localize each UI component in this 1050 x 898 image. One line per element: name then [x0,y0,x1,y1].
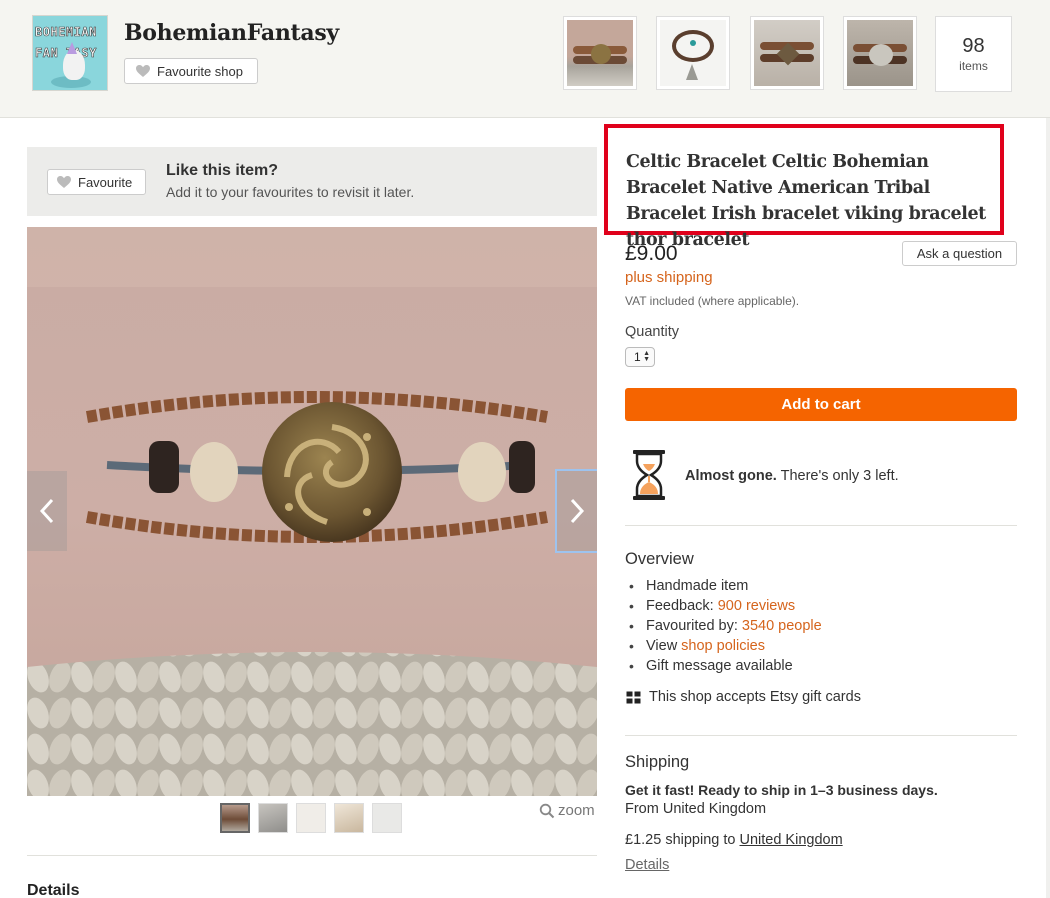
select-arrows-icon: ▲ ▼ [643,350,650,363]
chevron-right-icon [570,498,585,524]
overview-list: Handmade item Feedback:900 reviews Favou… [629,576,822,676]
listing-title-highlight: Celtic Bracelet Celtic Bohemian Bracelet… [604,124,1004,250]
shipping-speed: Get it fast! Ready to ship in 1–3 busine… [625,782,938,798]
like-subtitle: Add it to your favourites to revisit it … [166,184,415,200]
overview-heading: Overview [625,550,694,568]
unicorn-horn [67,42,77,54]
gallery-thumbnail[interactable] [258,803,288,833]
shipping-cost-prefix: £1.25 shipping to [625,832,740,848]
quantity-label: Quantity [625,324,679,340]
shop-item-thumb[interactable] [750,16,824,90]
bracelet-photo [660,20,726,86]
chevron-left-icon [39,498,54,524]
list-item: Viewshop policies [629,636,822,656]
divider [625,525,1017,526]
gift-message-text: Gift message available [646,658,793,674]
favourite-item-label: Favourite [78,174,133,190]
shop-logo[interactable]: BOHEMIAN FAN TASY [32,15,108,91]
favourite-shop-button[interactable]: Favourite shop [124,58,258,84]
favourite-item-button[interactable]: Favourite [47,169,146,195]
view-label: View [646,638,678,654]
unicorn-figure [63,50,85,80]
previous-image-button[interactable] [27,471,67,551]
divider [27,855,597,856]
shop-item-thumb[interactable] [843,16,917,90]
handmade-text: Handmade item [646,578,749,594]
items-label: items [959,59,988,73]
gift-cards-note: This shop accepts Etsy gift cards [626,689,861,705]
quantity-value: 1 [634,350,641,364]
listing-title: Celtic Bracelet Celtic Bohemian Bracelet… [626,152,986,250]
bracelet-photo [847,20,913,86]
quantity-select[interactable]: 1 ▲ ▼ [625,347,655,367]
add-to-cart-button[interactable]: Add to cart [625,388,1017,421]
shop-item-thumb[interactable] [563,16,637,90]
heart-icon [136,65,150,77]
gallery-thumbnail[interactable] [296,803,326,833]
heart-icon [57,176,71,188]
feedback-label: Feedback: [646,598,714,614]
shipping-details-link[interactable]: Details [625,857,669,873]
gift-cards-text: This shop accepts Etsy gift cards [649,689,861,705]
next-image-button[interactable] [555,469,597,553]
ask-a-question-button[interactable]: Ask a question [902,241,1017,266]
shop-items-count-box[interactable]: 98 items [935,16,1012,92]
gallery-thumbnail[interactable] [372,803,402,833]
divider [625,735,1017,736]
shipping-cost: £1.25 shipping to United Kingdom [625,832,843,848]
zoom-label: zoom [558,802,595,819]
price: £9.00 [625,242,678,265]
shop-policies-link[interactable]: shop policies [681,638,765,654]
logo-text-line1: BOHEMIAN [35,25,97,40]
items-count: 98 [962,35,985,57]
bracelet-photo [567,20,633,86]
list-item: Gift message available [629,656,822,676]
shipping-country-link[interactable]: United Kingdom [739,832,842,848]
zoom-button[interactable]: zoom [539,802,595,819]
gift-card-icon [626,691,641,703]
plus-shipping-link[interactable]: plus shipping [625,269,713,286]
stock-status-text: There's only 3 left. [776,468,899,484]
shipping-origin: From United Kingdom [625,801,767,817]
details-heading: Details [27,882,80,898]
list-item: Handmade item [629,576,822,596]
bracelet-photo [754,20,820,86]
shop-item-thumb[interactable] [656,16,730,90]
list-item: Favourited by:3540 people [629,616,822,636]
favourited-people-link[interactable]: 3540 people [742,618,822,634]
shop-header: BOHEMIAN FAN TASY BohemianFantasy Favour… [0,0,1050,118]
vat-note: VAT included (where applicable). [625,294,800,308]
favourite-shop-label: Favourite shop [157,63,243,79]
shop-name[interactable]: BohemianFantasy [124,20,339,46]
like-this-item-box: Favourite Like this item? Add it to your… [27,147,597,216]
main-product-photo[interactable] [27,227,597,796]
page-scrollbar[interactable] [1046,118,1050,898]
hourglass-icon [633,450,665,500]
list-item: Feedback:900 reviews [629,596,822,616]
stock-status-bold: Almost gone. [685,468,777,484]
like-title: Like this item? [166,162,279,179]
gallery-thumbnail[interactable] [220,803,250,833]
reviews-link[interactable]: 900 reviews [718,598,795,614]
bracelet-on-wrist-image [27,227,597,796]
shipping-heading: Shipping [625,753,690,771]
magnifier-icon [539,803,555,818]
stock-status: Almost gone. There's only 3 left. [685,468,899,484]
favourited-label: Favourited by: [646,618,738,634]
gallery-thumbnail[interactable] [334,803,364,833]
